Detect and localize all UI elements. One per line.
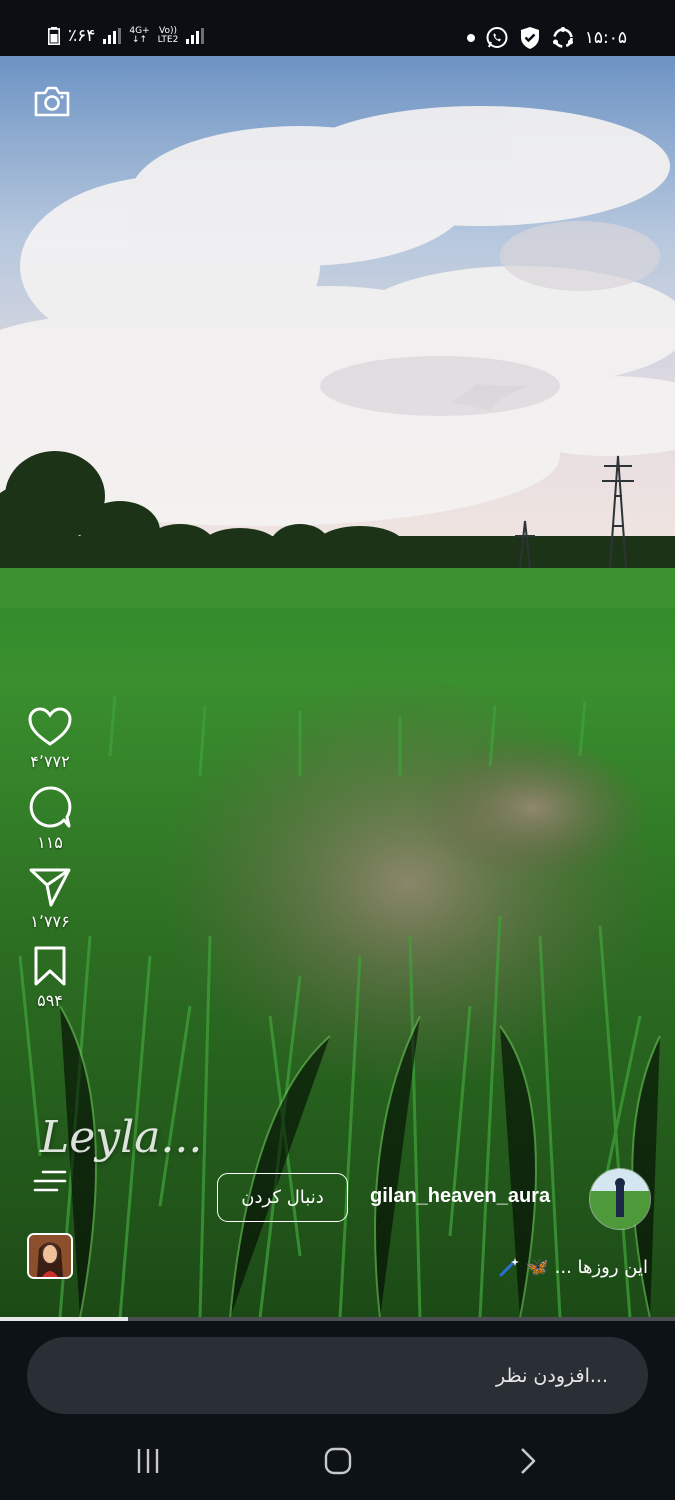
share-count: ۱٬۷۷۶	[30, 912, 70, 931]
menu-icon[interactable]	[33, 1170, 67, 1192]
like-button[interactable]: ۴٬۷۷۲	[23, 706, 77, 771]
author-avatar[interactable]	[589, 1168, 651, 1230]
network-type: 4G+ ↓↑	[129, 27, 149, 45]
clock: ۱۵:۰۵	[584, 28, 627, 48]
notification-dot	[466, 34, 475, 42]
comment-placeholder: افزودن نظر...	[496, 1364, 608, 1387]
follow-button[interactable]: دنبال کردن	[217, 1173, 348, 1222]
status-left: ٪۶۴ 4G+ ↓↑ Vo)) LTE2	[48, 26, 205, 46]
sync-icon	[552, 27, 573, 48]
author-avatar-art	[590, 1169, 650, 1229]
send-icon	[29, 868, 71, 907]
comment-button[interactable]: ۱۱۵	[23, 785, 77, 852]
like-count: ۴٬۷۷۲	[30, 752, 70, 771]
caption[interactable]: این روزها ... 🦋	[498, 1256, 648, 1278]
author-username[interactable]: gilan_heaven_aura	[370, 1185, 550, 1208]
comment-input[interactable]: افزودن نظر...	[27, 1337, 648, 1414]
shield-check-icon	[520, 27, 539, 49]
bottom-panel: افزودن نظر...	[0, 1321, 675, 1500]
save-count: ۵۹۴	[37, 991, 63, 1010]
signal-icon-2	[186, 28, 205, 44]
volte-indicator: Vo)) LTE2	[158, 27, 179, 45]
data-arrows: ↓↑	[131, 35, 148, 45]
audio-thumbnail-art	[29, 1235, 71, 1277]
audio-thumbnail[interactable]	[27, 1233, 73, 1279]
recents-icon[interactable]	[128, 1445, 168, 1477]
save-button[interactable]: ۵۹۴	[23, 945, 77, 1010]
status-bar: ٪۶۴ 4G+ ↓↑ Vo)) LTE2 ۱۵:۰۵	[0, 0, 675, 56]
comment-icon	[29, 786, 72, 828]
status-right: ۱۵:۰۵	[466, 26, 627, 50]
home-icon[interactable]	[318, 1445, 358, 1477]
system-nav-bar	[0, 1431, 675, 1491]
signal-icon	[103, 28, 122, 44]
share-button[interactable]: ۱٬۷۷۶	[23, 866, 77, 931]
butterfly-emoji: 🦋	[526, 1256, 549, 1278]
bookmark-icon	[34, 946, 66, 986]
reel-video[interactable]: ۴٬۷۷۲ ۱۱۵ ۱٬۷۷۶ ۵۹۴ Leyla... gilan_heave…	[0, 56, 675, 1318]
watermark-text: Leyla...	[40, 1112, 203, 1163]
heart-icon	[28, 707, 72, 746]
caption-text: این روزها ...	[554, 1256, 648, 1278]
battery-icon	[48, 27, 60, 45]
wand-icon	[499, 1258, 520, 1277]
action-rail: ۴٬۷۷۲ ۱۱۵ ۱٬۷۷۶ ۵۹۴	[23, 706, 77, 1024]
back-icon[interactable]	[508, 1445, 548, 1477]
comment-count: ۱۱۵	[37, 833, 63, 852]
whatsapp-icon	[486, 27, 508, 48]
camera-icon[interactable]	[33, 84, 71, 118]
lte-label: LTE2	[157, 35, 179, 45]
battery-percent: ٪۶۴	[68, 26, 96, 46]
